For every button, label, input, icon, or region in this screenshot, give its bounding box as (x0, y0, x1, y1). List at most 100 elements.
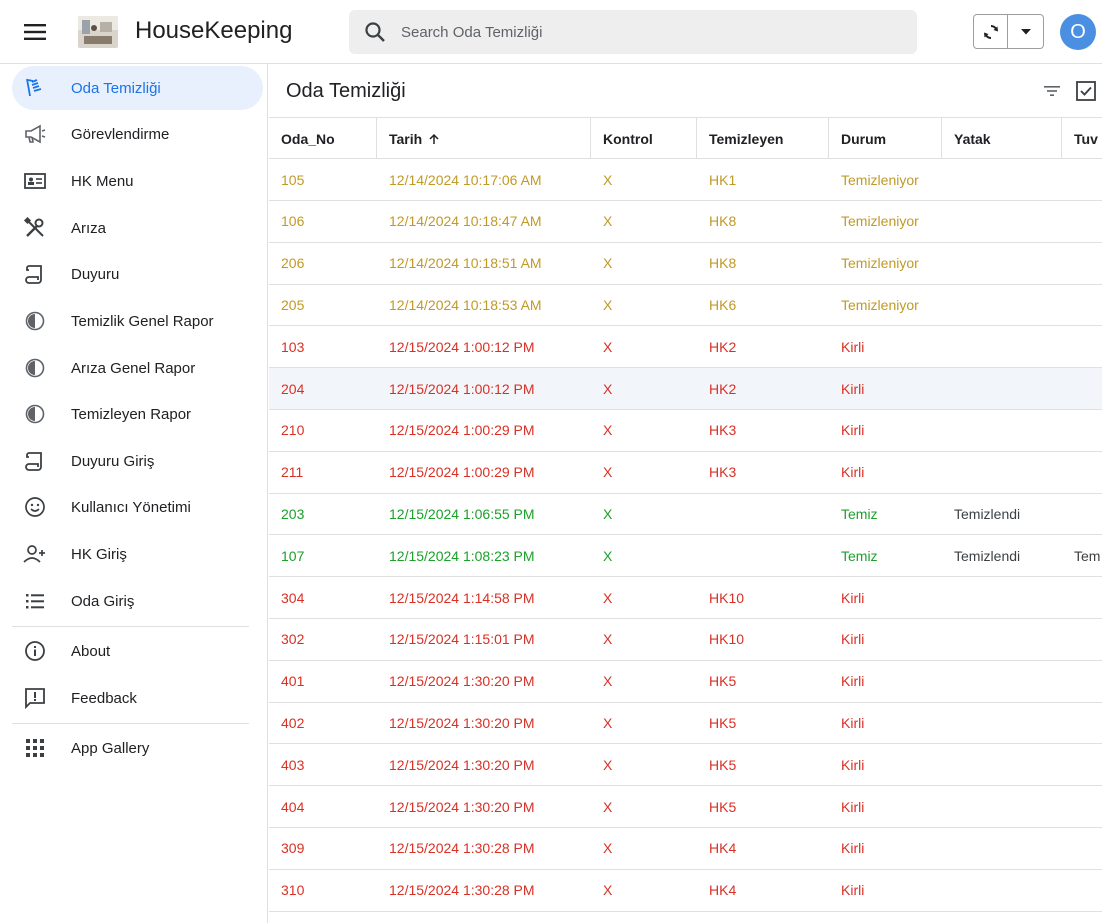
sidebar-item-about[interactable]: About (12, 629, 263, 673)
cell-tuv (1062, 159, 1102, 200)
avatar[interactable]: O (1060, 14, 1096, 50)
cell-temizleyen: HK5 (709, 673, 737, 690)
cell-oda-no: 401 (281, 673, 305, 690)
cell-kontrol: X (603, 171, 613, 188)
table-row[interactable]: 204 12/15/2024 1:00:12 PM X HK2 Kirli (269, 368, 1102, 410)
page-title: Oda Temizliği (286, 80, 406, 102)
cell-durum: Kirli (841, 631, 865, 648)
table-row[interactable]: 309 12/15/2024 1:30:28 PM X HK4 Kirli (269, 828, 1102, 870)
sidebar-item-ariza-genel-rapor[interactable]: Arıza Genel Rapor (12, 346, 263, 390)
cell-oda-no: 203 (281, 505, 305, 522)
table-row[interactable]: 302 12/15/2024 1:15:01 PM X HK10 Kirli (269, 619, 1102, 661)
column-header-tuv[interactable]: Tuv (1062, 118, 1102, 159)
half-circle-icon (12, 310, 58, 332)
cell-tuv (1062, 619, 1102, 660)
cell-durum: Temizleniyor (841, 213, 919, 230)
search-bar[interactable] (349, 10, 917, 54)
table-row[interactable]: 402 12/15/2024 1:30:20 PM X HK5 Kirli (269, 702, 1102, 745)
cell-tuv (1062, 201, 1102, 242)
sidebar-item-label: About (71, 642, 111, 660)
table-row[interactable]: 103 12/15/2024 1:00:12 PM X HK2 Kirli (269, 326, 1102, 369)
cell-oda-no: 106 (281, 213, 305, 230)
table-row[interactable]: 401 12/15/2024 1:30:20 PM X HK5 Kirli (269, 661, 1102, 703)
column-header-tarih[interactable]: Tarih (377, 118, 591, 159)
cell-tuv (1062, 284, 1102, 325)
sidebar-item-label: Arıza Genel Rapor (71, 359, 196, 377)
cell-oda-no: 210 (281, 422, 305, 439)
cell-tarih: 12/15/2024 1:06:55 PM (389, 505, 535, 522)
search-input[interactable] (401, 23, 881, 41)
half-circle-icon (12, 403, 58, 425)
table-row[interactable]: 203 12/15/2024 1:06:55 PM X Temiz Temizlendi (269, 493, 1102, 536)
sidebar-item-label: Temizlik Genel Rapor (71, 312, 214, 330)
chevron-down-icon[interactable] (1008, 15, 1043, 48)
cell-durum: Kirli (841, 714, 865, 731)
sidebar-item-app-gallery[interactable]: App Gallery (12, 726, 263, 770)
cell-tarih: 12/15/2024 1:30:20 PM (389, 673, 535, 690)
table-row[interactable]: 210 12/15/2024 1:00:29 PM X HK3 Kirli (269, 410, 1102, 452)
table-row[interactable]: 211 12/15/2024 1:00:29 PM X HK3 Kirli (269, 452, 1102, 494)
sort-arrow-up-icon (428, 133, 440, 145)
column-header-oda-no[interactable]: Oda_No (269, 118, 377, 159)
cell-oda-no: 107 (281, 547, 305, 564)
cell-tuv (1062, 368, 1102, 409)
cell-kontrol: X (603, 255, 613, 272)
cell-temizleyen: HK3 (709, 464, 737, 481)
column-header-yatak[interactable]: Yatak (942, 118, 1062, 159)
cell-durum: Kirli (841, 589, 865, 606)
sync-icon[interactable] (974, 15, 1008, 48)
table-row[interactable]: 404 12/15/2024 1:30:20 PM X HK5 Kirli (269, 786, 1102, 828)
cell-temizleyen: HK6 (709, 296, 737, 313)
table-row[interactable]: 403 12/15/2024 1:30:20 PM X HK5 Kirli (269, 744, 1102, 787)
table-row[interactable]: 310 12/15/2024 1:30:28 PM X HK4 Kirli (269, 870, 1102, 912)
sidebar-item-label: Duyuru Giriş (71, 452, 155, 470)
cell-yatak (942, 452, 1062, 493)
sidebar-divider (12, 626, 249, 627)
add-person-icon (12, 542, 58, 566)
sidebar-item-oda-temizligi[interactable]: Oda Temizliği (12, 66, 263, 110)
cell-kontrol: X (603, 464, 613, 481)
cell-durum: Kirli (841, 464, 865, 481)
filter-icon[interactable] (1040, 79, 1064, 103)
table-row[interactable]: 106 12/14/2024 10:18:47 AM X HK8 Temizleniyo… (269, 201, 1102, 243)
sidebar-item-hk-menu[interactable]: HK Menu (12, 159, 263, 203)
grid-icon (12, 737, 58, 759)
info-icon (12, 640, 58, 662)
cell-yatak: Temizlendi (954, 505, 1021, 522)
column-header-durum[interactable]: Durum (829, 118, 942, 159)
sidebar-item-label: Duyuru (71, 265, 120, 283)
sidebar-item-oda-giris[interactable]: Oda Giriş (12, 579, 263, 623)
column-header-kontrol[interactable]: Kontrol (591, 118, 697, 159)
sidebar-item-kullanici-yonetimi[interactable]: Kullanıcı Yönetimi (12, 485, 263, 529)
cell-tuv (1062, 786, 1102, 827)
app-logo (78, 16, 118, 48)
sidebar-item-label: HK Giriş (71, 545, 127, 563)
table-row[interactable]: 304 12/15/2024 1:14:58 PM X HK10 Kirli (269, 577, 1102, 619)
sidebar-item-gorevlendirme[interactable]: Görevlendirme (12, 112, 263, 156)
scroll-icon (12, 449, 58, 473)
table-row[interactable]: 206 12/14/2024 10:18:51 AM X HK8 Temizleniyo… (269, 243, 1102, 285)
table-row[interactable]: 205 12/14/2024 10:18:53 AM X HK6 Temizleniyo… (269, 284, 1102, 327)
sidebar-item-duyuru[interactable]: Duyuru (12, 252, 263, 296)
feedback-icon (12, 686, 58, 710)
cell-kontrol: X (603, 631, 613, 648)
sidebar-item-temizleyen-rapor[interactable]: Temizleyen Rapor (12, 392, 263, 436)
sidebar-item-ariza[interactable]: Arıza (12, 206, 263, 250)
cell-tarih: 12/15/2024 1:14:58 PM (389, 589, 535, 606)
select-checkbox-icon[interactable] (1074, 79, 1098, 103)
hamburger-menu-icon[interactable] (14, 12, 56, 52)
cell-tuv: Tem (1074, 547, 1101, 564)
cell-yatak (942, 284, 1062, 325)
cell-kontrol: X (603, 338, 613, 355)
sidebar-item-label: Arıza (71, 219, 107, 237)
table-row[interactable]: 107 12/15/2024 1:08:23 PM X Temiz Temizlendi… (269, 535, 1102, 578)
cell-tuv (1062, 702, 1102, 743)
sidebar-item-temizlik-genel-rapor[interactable]: Temizlik Genel Rapor (12, 299, 263, 343)
sidebar-item-feedback[interactable]: Feedback (12, 676, 263, 720)
column-header-temizleyen[interactable]: Temizleyen (697, 118, 829, 159)
sidebar-item-hk-giris[interactable]: HK Giriş (12, 532, 263, 576)
cell-yatak (942, 368, 1062, 409)
sidebar-item-label: Feedback (71, 689, 137, 707)
table-row[interactable]: 105 12/14/2024 10:17:06 AM X HK1 Temizleniyo… (269, 159, 1102, 201)
sidebar-item-duyuru-giris[interactable]: Duyuru Giriş (12, 439, 263, 483)
